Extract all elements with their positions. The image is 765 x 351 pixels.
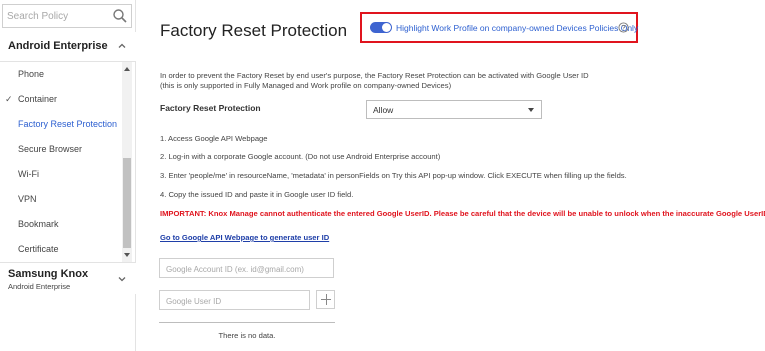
google-account-input[interactable] <box>160 260 333 279</box>
policy-sidebar: Android Enterprise Phone ✓ Container Fac… <box>0 0 136 351</box>
google-userid-input[interactable] <box>160 292 309 311</box>
sidebar-scrollbar[interactable] <box>122 62 132 262</box>
section-android-enterprise[interactable]: Android Enterprise <box>0 32 136 62</box>
sidebar-item-label: Container <box>18 94 58 104</box>
description-line: (this is only supported in Fully Managed… <box>160 81 452 90</box>
sidebar-item-certificate[interactable]: Certificate <box>0 237 122 261</box>
search-icon[interactable] <box>112 8 128 24</box>
step-3: 3. Enter 'people/me' in resourceName, 'm… <box>160 171 627 180</box>
scrollbar-thumb[interactable] <box>123 158 131 248</box>
frp-select[interactable]: Allow <box>366 100 542 119</box>
sidebar-item-label: Certificate <box>18 244 59 254</box>
dropdown-arrow-icon <box>528 108 534 112</box>
section-title: Android Enterprise <box>8 40 108 52</box>
google-api-link[interactable]: Go to Google API Webpage to generate use… <box>160 233 329 242</box>
sidebar-item-label: Factory Reset Protection <box>18 119 118 129</box>
highlight-toggle-frame: Highlight Work Profile on company-owned … <box>360 12 638 43</box>
step-4: 4. Copy the issued ID and paste it in Go… <box>160 190 354 199</box>
frp-description: In order to prevent the Factory Reset by… <box>160 71 630 91</box>
add-userid-button[interactable] <box>316 290 335 309</box>
step-2: 2. Log-in with a corporate Google accoun… <box>160 152 441 161</box>
scroll-up-icon[interactable] <box>124 67 130 71</box>
policy-menu-list: Phone ✓ Container Factory Reset Protecti… <box>0 62 122 262</box>
highlight-work-profile-toggle[interactable] <box>370 22 392 33</box>
sidebar-item-secure-browser[interactable]: Secure Browser <box>0 137 122 161</box>
chevron-up-icon[interactable] <box>118 42 126 50</box>
frp-field-label: Factory Reset Protection <box>160 103 261 113</box>
policy-search-input[interactable] <box>3 5 111 27</box>
section-subtitle: Android Enterprise <box>8 282 71 291</box>
sidebar-item-vpn[interactable]: VPN <box>0 187 122 211</box>
sidebar-item-phone[interactable]: Phone <box>0 62 122 86</box>
google-userid-field <box>159 290 310 311</box>
empty-list-message: There is no data. <box>218 331 276 340</box>
policy-search-box <box>2 4 132 28</box>
section-title: Samsung Knox <box>8 268 89 280</box>
plus-icon-vertical <box>326 294 327 305</box>
sidebar-item-label: Phone <box>18 69 45 79</box>
sidebar-item-bookmark[interactable]: Bookmark <box>0 212 122 236</box>
sidebar-item-label: Bookmark <box>18 219 59 229</box>
description-line: In order to prevent the Factory Reset by… <box>160 71 589 80</box>
google-account-field <box>159 258 334 279</box>
chevron-down-icon[interactable] <box>118 275 126 283</box>
sidebar-item-label: Secure Browser <box>18 144 83 154</box>
userid-list-divider <box>159 322 335 323</box>
check-icon: ✓ <box>5 94 13 104</box>
step-1: 1. Access Google API Webpage <box>160 134 268 143</box>
scroll-down-icon[interactable] <box>124 253 130 257</box>
toggle-knob <box>382 23 391 32</box>
page-title: Factory Reset Protection <box>160 21 348 40</box>
highlight-toggle-label: Highlight Work Profile on company-owned … <box>396 23 639 33</box>
sidebar-item-factory-reset-protection[interactable]: Factory Reset Protection <box>0 112 122 136</box>
important-warning: IMPORTANT: Knox Manage cannot authentica… <box>160 209 765 218</box>
sidebar-item-label: Wi-Fi <box>18 169 39 179</box>
section-samsung-knox[interactable]: Samsung Knox Android Enterprise <box>0 262 136 294</box>
sidebar-item-container[interactable]: ✓ Container <box>0 87 122 111</box>
frp-select-value: Allow <box>373 105 394 115</box>
help-icon[interactable] <box>618 22 629 33</box>
sidebar-item-wifi[interactable]: Wi-Fi <box>0 162 122 186</box>
sidebar-item-label: VPN <box>18 194 37 204</box>
